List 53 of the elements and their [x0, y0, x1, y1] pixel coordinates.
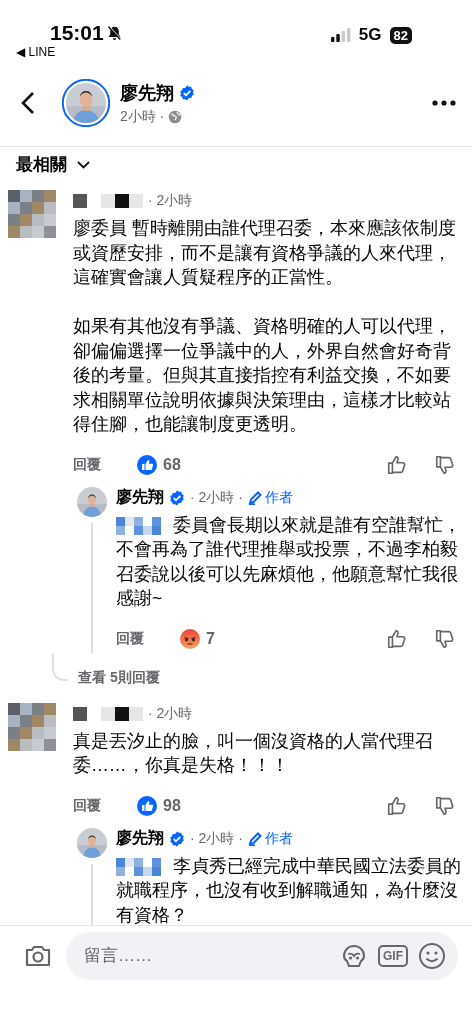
globe-icon	[168, 109, 183, 124]
reply-link[interactable]: 回覆	[116, 629, 144, 648]
reply-link[interactable]: 回覆	[73, 455, 101, 474]
sort-dropdown[interactable]: 最相關	[16, 153, 90, 176]
redacted-name-drawing	[73, 706, 143, 721]
redacted-name-drawing	[73, 194, 143, 208]
reply-link[interactable]: 回覆	[73, 796, 101, 815]
dislike-icon[interactable]	[434, 794, 456, 817]
emoji-icon[interactable]	[418, 942, 446, 970]
view-replies-link[interactable]: 查看 5則回覆	[78, 668, 160, 687]
angry-reaction-icon	[180, 628, 200, 649]
author-label: 作者	[247, 829, 293, 848]
comment-field[interactable]: 留言…… GIF	[66, 932, 458, 980]
battery-indicator: 82	[389, 26, 412, 44]
comment-text: 廖委員 暫時離開由誰代理召委，本來應該依制度或資歷安排，而不是讓有資格爭議的人來代理，這確實會讓人質疑程序的正當性。	[73, 217, 457, 289]
dislike-icon[interactable]	[434, 453, 456, 476]
back-to-app-link[interactable]: ◀ LINE	[16, 45, 123, 59]
thread-line	[52, 652, 68, 681]
network-label: 5G	[358, 25, 382, 45]
redacted-mention-drawing	[116, 857, 161, 876]
like-reaction-icon	[137, 454, 157, 475]
comment-author-name[interactable]: 廖先翔	[116, 828, 164, 849]
reaction-count[interactable]: 7	[206, 629, 215, 648]
author-label: 作者	[247, 488, 293, 507]
comment-text: 如果有其他沒有爭議、資格明確的人可以代理，卻偏偏選擇一位爭議中的人，外界自然會好奇背後的考量。但與其直接指控有利益交換，不如要求相關單位說明依據與決策理由，這樣才比較站得住腳，也能讓制度更透明。	[73, 315, 452, 436]
pencil-icon	[247, 490, 262, 505]
like-icon[interactable]	[386, 627, 408, 650]
more-icon[interactable]	[432, 100, 456, 106]
sticker-icon[interactable]	[340, 943, 368, 969]
camera-icon[interactable]	[24, 944, 52, 968]
comment-time: · 2小時 ·	[190, 829, 243, 848]
like-icon[interactable]	[386, 794, 408, 817]
chevron-down-icon	[77, 160, 90, 169]
comment-time: · 2小時	[148, 704, 193, 723]
pencil-icon	[247, 831, 262, 846]
signal-icon	[330, 28, 351, 42]
reaction-count[interactable]: 68	[163, 455, 181, 474]
comment-text: 李貞秀已經完成中華民國立法委員的就職程序，也沒有收到解職通知，為什麼沒有資格？	[116, 854, 462, 925]
post-author-name[interactable]: 廖先翔	[120, 80, 174, 105]
redacted-mention-drawing	[116, 516, 161, 535]
comment-text: 真是丟汐止的臉，叫一個沒資格的人當代理召委……，你真是失格！！！	[73, 729, 434, 777]
reaction-count[interactable]: 98	[163, 796, 181, 815]
comment-time: · 2小時	[148, 192, 193, 210]
like-icon[interactable]	[386, 453, 408, 476]
comment-author-name[interactable]: 廖先翔	[116, 487, 164, 508]
like-reaction-icon	[137, 795, 157, 816]
comment-text: 委員會長期以來就是誰有空誰幫忙，不會再為了誰代理推舉或投票，不過李柏毅召委說以後可以先麻煩他，他願意幫忙我很感謝~	[116, 513, 462, 610]
bell-off-icon	[105, 24, 123, 42]
comment-time: · 2小時 ·	[190, 488, 243, 507]
gif-button[interactable]: GIF	[378, 945, 408, 967]
post-time: 2小時 ·	[120, 107, 165, 126]
dislike-icon[interactable]	[434, 627, 456, 650]
clock-time: 15:01	[50, 22, 104, 44]
